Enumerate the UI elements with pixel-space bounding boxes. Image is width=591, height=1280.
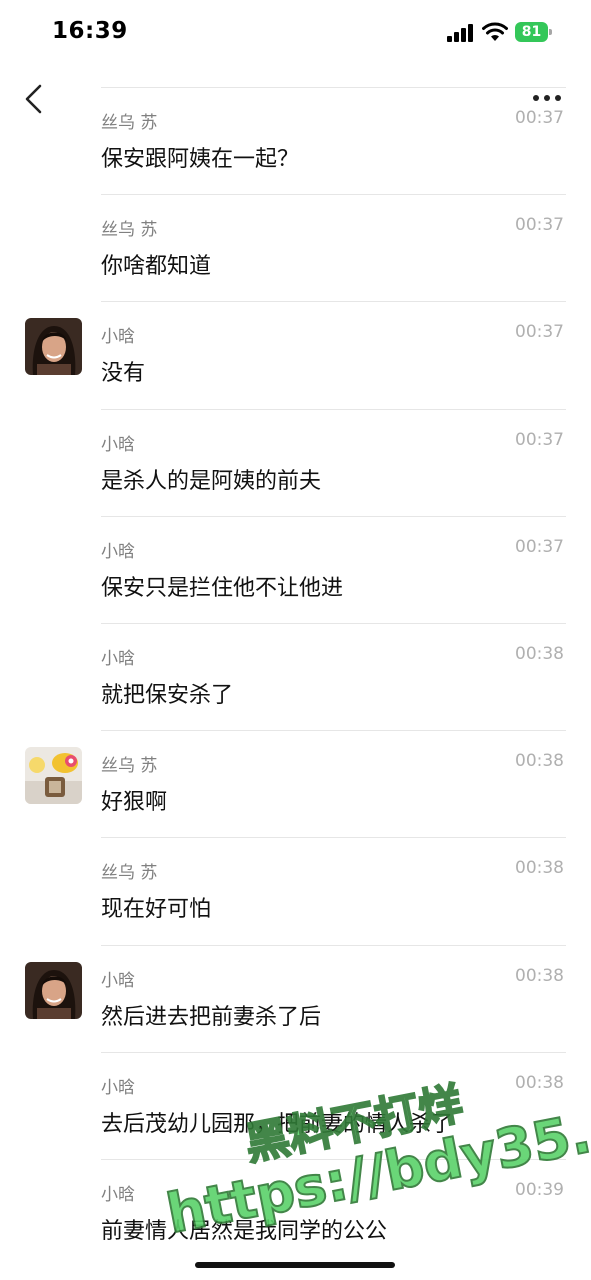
message-row[interactable]: 丝乌 苏 00:37 你啥都知道 [0, 194, 591, 301]
sender-name: 丝乌 苏 [101, 220, 158, 241]
message-row[interactable]: 小晗 00:37 是杀人的是阿姨的前夫 [0, 408, 591, 516]
chat-screen: 16:39 81 丝乌 苏 00:37 保安跟阿姨在一起？ 丝乌 苏 00:37… [0, 0, 591, 1280]
message-time: 00:39 [515, 1179, 564, 1200]
message-text: 现在好可怕 [101, 897, 212, 923]
divider [101, 1158, 566, 1160]
message-text: 是杀人的是阿姨的前夫 [101, 468, 322, 494]
divider [101, 944, 566, 946]
message-list: 丝乌 苏 00:37 保安跟阿姨在一起？ 丝乌 苏 00:37 你啥都知道 小晗… [0, 87, 591, 1266]
divider [101, 87, 566, 88]
message-time: 00:37 [515, 536, 564, 557]
sender-name: 小晗 [101, 1077, 135, 1098]
message-time: 00:38 [515, 965, 564, 986]
toy-photo-icon [25, 747, 82, 805]
message-text: 就把保安杀了 [101, 682, 234, 708]
message-row[interactable]: 小晗 00:39 前妻情人居然是我同学的公公 [0, 1158, 591, 1266]
girl-photo-icon [25, 318, 82, 376]
message-row[interactable]: 小晗 00:38 就把保安杀了 [0, 622, 591, 730]
status-bar: 16:39 81 [0, 0, 591, 66]
divider [101, 622, 566, 624]
sender-name: 丝乌 苏 [101, 756, 158, 777]
message-row[interactable]: 小晗 00:38 然后进去把前妻杀了后 [0, 944, 591, 1052]
message-text: 保安跟阿姨在一起？ [101, 147, 300, 172]
home-indicator[interactable] [195, 1262, 395, 1268]
message-time: 00:38 [515, 751, 564, 772]
sender-name: 小晗 [101, 1184, 135, 1205]
message-row[interactable]: 小晗 00:37 保安只是拦住他不让他进 [0, 515, 591, 623]
sender-name: 小晗 [101, 648, 135, 669]
battery-cap [549, 29, 552, 35]
divider [101, 1051, 566, 1053]
divider [101, 194, 566, 196]
message-text: 好狠啊 [101, 790, 168, 816]
girl-photo-icon [25, 961, 82, 1019]
message-row[interactable]: 丝乌 苏 00:38 现在好可怕 [0, 837, 591, 944]
cellular-signal-icon [447, 24, 473, 42]
wifi-icon [482, 22, 508, 41]
sender-name: 小晗 [101, 970, 135, 991]
avatar[interactable] [25, 318, 82, 376]
divider [101, 515, 566, 517]
message-time: 00:37 [515, 108, 564, 128]
battery-level: 81 [521, 24, 542, 40]
divider [101, 408, 566, 410]
divider [101, 837, 566, 839]
status-time: 16:39 [52, 18, 128, 44]
message-time: 00:37 [515, 322, 564, 343]
message-row[interactable]: 丝乌 苏 00:37 保安跟阿姨在一起？ [0, 87, 591, 194]
battery-indicator: 81 [515, 22, 552, 42]
avatar[interactable] [25, 961, 82, 1019]
message-text: 保安只是拦住他不让他进 [101, 575, 344, 601]
message-time: 00:37 [515, 215, 564, 236]
sender-name: 小晗 [101, 434, 135, 455]
message-time: 00:38 [515, 1072, 564, 1093]
message-text: 你啥都知道 [101, 254, 212, 280]
sender-name: 丝乌 苏 [101, 863, 158, 884]
divider [101, 730, 566, 732]
message-time: 00:38 [515, 858, 564, 879]
message-row[interactable]: 丝乌 苏 00:38 好狠啊 [0, 730, 591, 837]
message-time: 00:37 [515, 429, 564, 450]
message-text: 前妻情人居然是我同学的公公 [101, 1218, 388, 1244]
message-text: 没有 [101, 361, 146, 387]
message-row[interactable]: 小晗 00:37 没有 [0, 301, 591, 408]
sender-name: 小晗 [101, 541, 135, 562]
message-time: 00:38 [515, 643, 564, 664]
avatar[interactable] [25, 747, 82, 805]
divider [101, 301, 566, 303]
message-text: 去后茂幼儿园那，把前妻的情人杀了 [101, 1111, 454, 1137]
sender-name: 丝乌 苏 [101, 113, 158, 133]
message-text: 然后进去把前妻杀了后 [101, 1004, 322, 1030]
message-row[interactable]: 小晗 00:38 去后茂幼儿园那，把前妻的情人杀了 [0, 1051, 591, 1159]
sender-name: 小晗 [101, 327, 135, 348]
